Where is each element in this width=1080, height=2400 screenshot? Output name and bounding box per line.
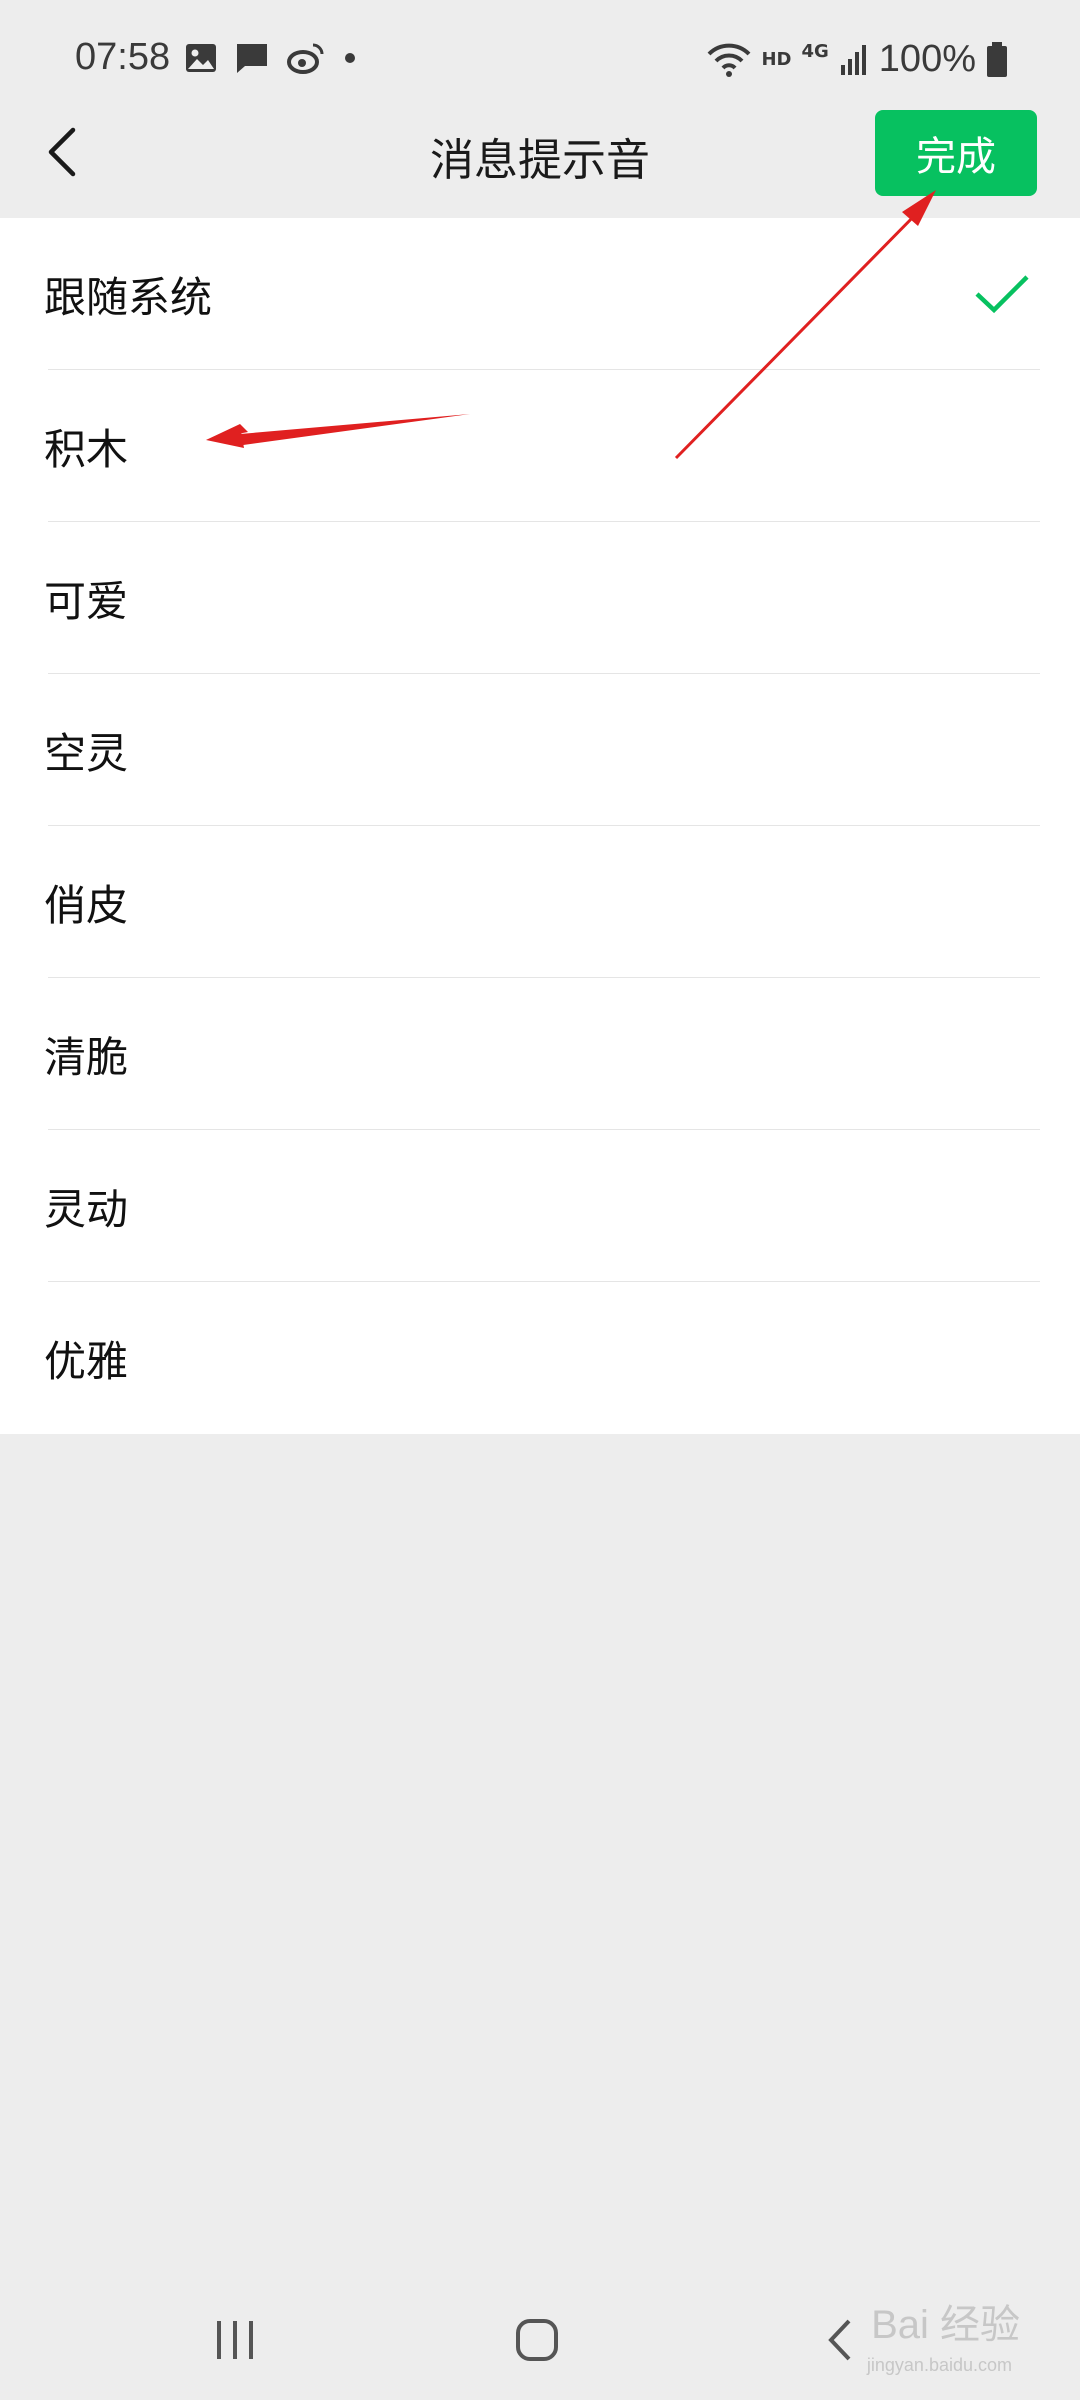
image-icon [186, 44, 216, 72]
signal-icon [840, 44, 866, 75]
signal-label: 4G [801, 41, 829, 62]
status-time: 07:58 [75, 36, 171, 78]
sound-item-label: 优雅 [44, 1336, 129, 1386]
sound-item-ethereal[interactable]: 空灵 [0, 674, 1080, 826]
wifi-icon [708, 43, 751, 77]
home-icon [516, 2319, 558, 2361]
sound-item-follow-system[interactable]: 跟随系统 [0, 218, 1080, 370]
hd-label: HD [761, 49, 792, 70]
sound-item-label: 空灵 [44, 728, 129, 778]
battery-icon [987, 41, 1007, 77]
back-icon [828, 2319, 851, 2361]
sound-item-label: 清脆 [44, 1032, 129, 1082]
sound-item-blocks[interactable]: 积木 [0, 370, 1080, 522]
sound-item-crisp[interactable]: 清脆 [0, 978, 1080, 1130]
sound-item-label: 跟随系统 [44, 272, 213, 322]
sound-item-elegant[interactable]: 优雅 [0, 1282, 1080, 1434]
message-icon [237, 44, 267, 73]
recents-icon [217, 2321, 253, 2359]
recent-apps-button[interactable] [195, 2300, 275, 2380]
sound-item-label: 灵动 [44, 1184, 129, 1234]
dot-icon [345, 53, 355, 63]
system-nav-bar: Bai 经验 jingyan.baidu.com [0, 2280, 1080, 2400]
status-icons-left [185, 42, 357, 74]
nav-bar: 消息提示音 完成 [0, 90, 1080, 218]
sound-list: 跟随系统 积木 可爱 空灵 俏皮 清脆 灵动 优雅 [0, 218, 1080, 1434]
sound-item-label: 可爱 [44, 576, 129, 626]
sound-item-cute[interactable]: 可爱 [0, 522, 1080, 674]
home-button[interactable] [497, 2300, 577, 2380]
status-icons-right: HD 4G 100% [707, 38, 1008, 81]
battery-text: 100% [878, 38, 976, 80]
weibo-icon [287, 43, 324, 74]
sound-item-label: 积木 [44, 424, 129, 474]
screen: 07:58 HD 4G 100% 消息提示音 完成 跟随系统 积木 可爱 空灵 … [0, 0, 1080, 2400]
watermark: Bai 经验 [871, 2303, 1020, 2347]
done-button[interactable]: 完成 [875, 110, 1037, 196]
sound-item-label: 俏皮 [44, 880, 129, 930]
check-icon [975, 275, 1029, 314]
watermark-sub: jingyan.baidu.com [866, 2355, 1012, 2375]
sound-item-lively[interactable]: 灵动 [0, 1130, 1080, 1282]
sound-item-playful[interactable]: 俏皮 [0, 826, 1080, 978]
